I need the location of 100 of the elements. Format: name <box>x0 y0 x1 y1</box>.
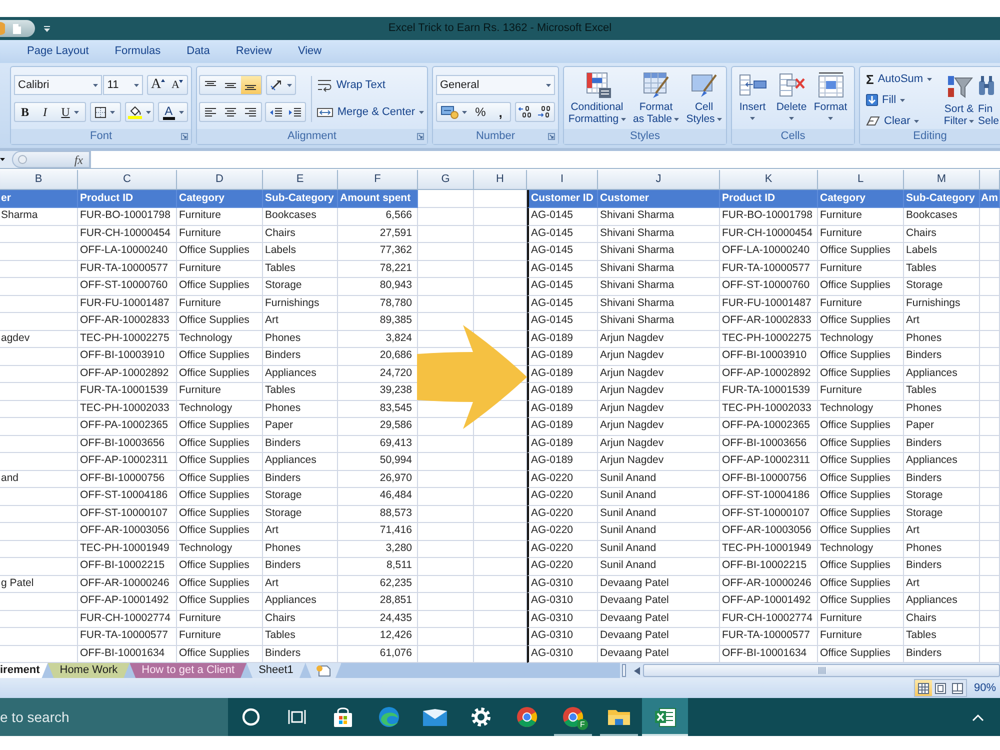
caret-icon <box>462 110 466 114</box>
table-cell: 26,970 <box>338 470 418 488</box>
table-cell: OFF-ST-10000107 <box>78 506 177 523</box>
merge-cells-icon <box>317 106 334 118</box>
table-cell: Bookcases <box>904 208 980 226</box>
table-cell: AG-0145 <box>527 208 598 226</box>
number-format-combo[interactable]: General <box>436 75 555 95</box>
insert-sheet-button[interactable] <box>305 663 342 678</box>
merge-center-button[interactable]: Merge & Center <box>316 102 425 122</box>
font-color-button[interactable]: A <box>158 102 188 122</box>
table-cell: Furnishings <box>904 296 980 313</box>
percent-style-button[interactable]: % <box>470 103 491 121</box>
autosum-button[interactable]: Σ AutoSum <box>866 71 932 87</box>
column-header[interactable]: M <box>904 170 980 190</box>
cell-styles-button[interactable]: Cell Styles <box>684 71 724 125</box>
fill-button[interactable]: Fill <box>866 92 906 108</box>
ribbon-tab[interactable]: Page Layout <box>14 40 102 63</box>
empty-cell <box>980 593 1000 610</box>
empty-cell <box>980 313 1000 330</box>
column-header[interactable]: E <box>263 170 338 190</box>
table-cell: Storage <box>904 278 980 296</box>
shrink-font-button[interactable]: A <box>168 76 187 94</box>
zoom-level[interactable]: 90% <box>974 680 996 696</box>
wrap-text-icon <box>317 78 332 92</box>
format-button[interactable]: Format <box>811 71 850 120</box>
column-header[interactable]: B <box>0 170 78 190</box>
horizontal-scrollbar[interactable] <box>643 664 1000 677</box>
borders-icon <box>95 106 106 118</box>
delete-button[interactable]: Delete <box>772 71 811 120</box>
taskbar-app[interactable]: F <box>550 698 596 736</box>
column-header[interactable]: H <box>474 170 527 190</box>
table-cell: Phones <box>263 400 338 418</box>
empty-cell <box>980 523 1000 540</box>
find-select-button[interactable]: Fin Sele <box>978 71 1000 129</box>
caret-icon <box>674 118 679 121</box>
column-header[interactable]: J <box>598 170 720 190</box>
fill-bucket-icon <box>128 105 142 119</box>
italic-button[interactable]: I <box>35 103 55 121</box>
sheet-tab[interactable]: Home Work <box>48 663 130 678</box>
table-cell: OFF-AR-10002833 <box>720 313 818 330</box>
table-header: Am <box>980 190 1000 208</box>
dialog-launcher-icon[interactable] <box>181 133 188 140</box>
column-header[interactable]: C <box>78 170 177 190</box>
table-cell: Phones <box>904 540 980 558</box>
conditional-formatting-button[interactable]: Conditional Formatting <box>566 71 628 125</box>
column-header[interactable]: K <box>720 170 818 190</box>
view-button[interactable] <box>914 680 932 696</box>
table-cell: OFF-AP-10002892 <box>78 366 177 383</box>
table-cell: OFF-AP-10001492 <box>78 593 177 610</box>
ribbon-tab[interactable]: Data <box>174 40 223 63</box>
underline-button[interactable]: U <box>55 103 86 121</box>
grow-font-button[interactable]: A <box>148 76 168 94</box>
table-cell: Devaang Patel <box>598 593 720 610</box>
table-cell: Shivani Sharma <box>598 208 720 226</box>
taskbar-app[interactable] <box>642 698 688 736</box>
settings-icon <box>471 707 491 727</box>
table-cell: Office Supplies <box>177 243 263 260</box>
orientation-button[interactable] <box>266 75 296 95</box>
dialog-launcher-icon[interactable] <box>548 133 555 140</box>
borders-button[interactable] <box>90 102 121 122</box>
dropdown-caret-icon[interactable] <box>0 158 5 161</box>
ribbon-tab[interactable]: Review <box>222 40 285 63</box>
column-header[interactable]: F <box>338 170 418 190</box>
insert-function-button[interactable]: fx <box>74 154 83 166</box>
sort-filter-button[interactable]: Sort & Filter <box>940 71 978 129</box>
ribbon-tab[interactable]: View <box>284 40 335 63</box>
sheet-tab[interactable]: irement <box>0 663 48 678</box>
font-name-combo[interactable]: Calibri <box>14 75 102 95</box>
grip-circle-icon[interactable] <box>18 155 27 164</box>
group-label: Font <box>90 131 112 142</box>
caret-icon <box>546 84 551 86</box>
table-cell: AG-0189 <box>527 348 598 366</box>
column-header[interactable]: L <box>818 170 904 190</box>
font-size-combo[interactable]: 11 <box>103 75 143 95</box>
table-cell: Appliances <box>263 366 338 383</box>
clear-button[interactable]: Clear <box>866 113 920 129</box>
format-as-table-button[interactable]: Format as Table <box>631 71 681 125</box>
sheet-tab[interactable]: Sheet1 <box>246 663 306 678</box>
fill-color-button[interactable] <box>124 102 154 122</box>
comma-style-button[interactable]: , <box>491 103 510 121</box>
table-cell: 80,943 <box>338 278 418 296</box>
dialog-launcher-icon[interactable] <box>417 133 424 140</box>
wrap-text-button[interactable]: Wrap Text <box>316 75 386 95</box>
column-header[interactable]: G <box>418 170 474 190</box>
split-handle-icon[interactable] <box>622 664 626 677</box>
customize-caret-icon[interactable] <box>44 26 50 32</box>
caret-icon <box>146 110 152 114</box>
ribbon-tab[interactable]: Formulas <box>102 40 174 63</box>
insert-button[interactable]: Insert <box>733 71 772 120</box>
formula-field[interactable] <box>90 151 1000 168</box>
column-header[interactable]: D <box>177 170 263 190</box>
empty-cell <box>418 436 474 453</box>
column-header[interactable]: I <box>527 170 598 190</box>
table-cell: Phones <box>904 330 980 348</box>
table-cell: OFF-AP-10002892 <box>720 366 818 383</box>
swirl-logo-icon <box>378 706 400 728</box>
bold-button[interactable]: B <box>15 103 35 121</box>
align-bottom-button[interactable] <box>240 76 261 94</box>
table-cell: Office Supplies <box>177 313 263 330</box>
group-label: Alignment <box>288 131 336 142</box>
